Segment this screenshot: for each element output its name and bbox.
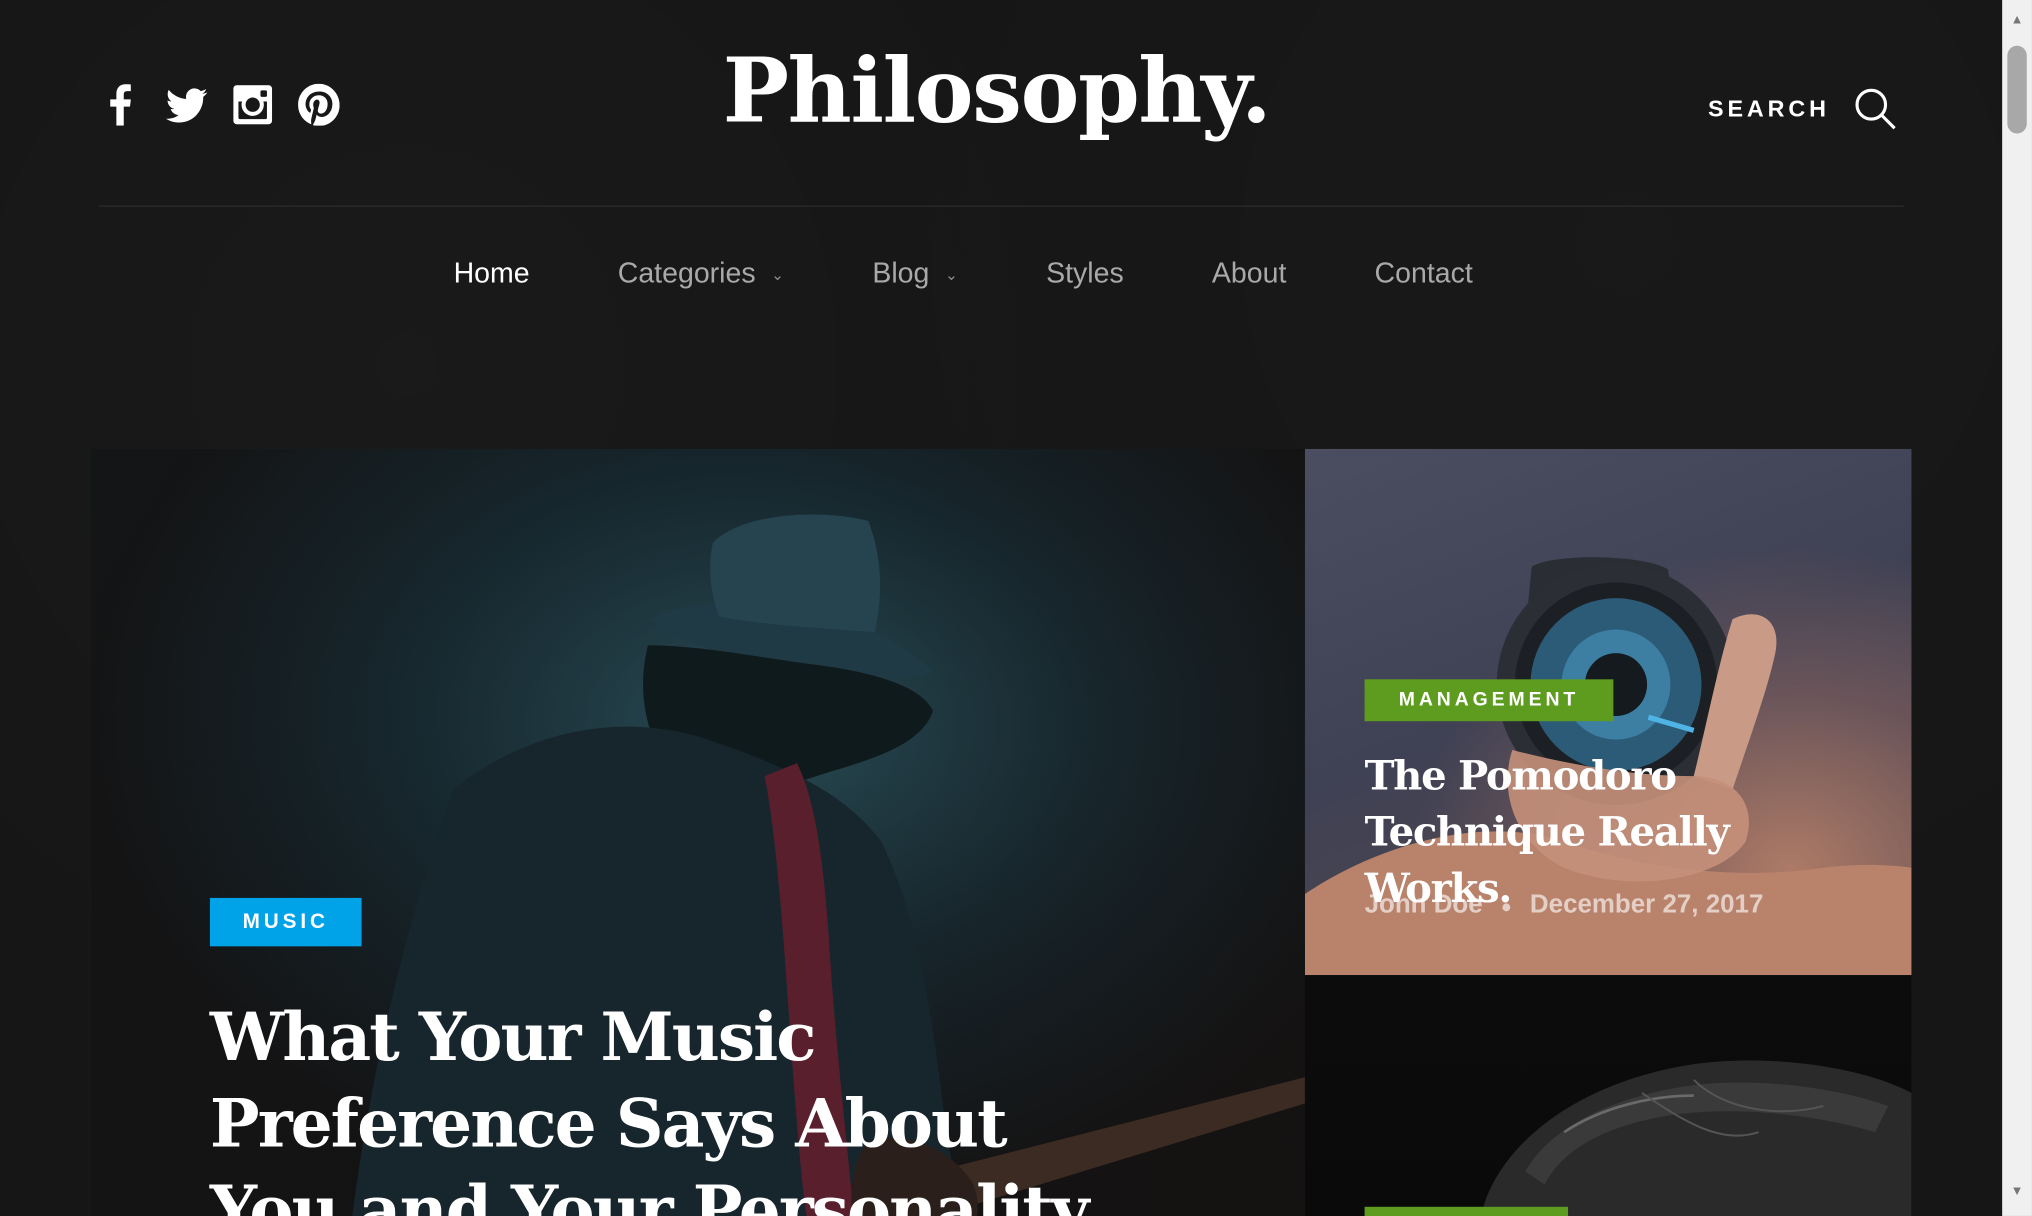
nav-item-label: Contact [1374, 256, 1473, 290]
nav-item-label: Styles [1046, 256, 1124, 290]
nav-item-about[interactable]: About [1212, 257, 1287, 291]
nav-item-blog[interactable]: Blog ⌄ [872, 257, 958, 291]
header-divider [98, 205, 1904, 207]
featured-card-meta: John Doe ● December 27, 2017 [1365, 890, 1764, 920]
category-badge-2[interactable] [1364, 1206, 1569, 1216]
main-nav: Home Categories ⌄ Blog ⌄ Styles About Co… [454, 257, 1561, 291]
nav-item-label: Categories [617, 256, 756, 290]
scroll-up-icon[interactable]: ▲ [2007, 10, 2026, 28]
nav-item-label: About [1211, 256, 1287, 290]
page-canvas: Philosophy. SEARCH Home Categories ⌄ Blo… [0, 0, 2032, 1216]
meta-separator: ● [1500, 894, 1512, 916]
category-badge-management[interactable]: MANAGEMENT [1364, 679, 1614, 722]
post-date: December 27, 2017 [1529, 890, 1764, 919]
car-image [1480, 1060, 1912, 1216]
search-trigger[interactable]: SEARCH [1708, 86, 1897, 131]
nav-item-label: Home [453, 256, 530, 290]
featured-main-title[interactable]: What Your Music Preference Says About Yo… [210, 995, 1143, 1216]
nav-item-home[interactable]: Home [454, 257, 530, 291]
author-name[interactable]: John Doe [1365, 890, 1483, 920]
chevron-down-icon: ⌄ [944, 265, 958, 285]
scrollbar-thumb[interactable] [2007, 45, 2027, 134]
nav-item-contact[interactable]: Contact [1375, 257, 1473, 291]
category-badge-music[interactable]: MUSIC [209, 897, 362, 947]
page-scrollbar[interactable]: ▲ ▼ [2002, 0, 2032, 1216]
search-label: SEARCH [1707, 94, 1830, 122]
featured-card-image-2[interactable] [1304, 975, 1912, 1216]
nav-item-styles[interactable]: Styles [1046, 257, 1124, 291]
nav-item-categories[interactable]: Categories ⌄ [618, 257, 784, 291]
scroll-down-icon[interactable]: ▼ [2007, 1182, 2026, 1200]
nav-item-label: Blog [872, 256, 930, 290]
chevron-down-icon: ⌄ [771, 265, 785, 285]
search-icon [1855, 88, 1896, 130]
site-logo[interactable]: Philosophy. [0, 39, 1993, 144]
